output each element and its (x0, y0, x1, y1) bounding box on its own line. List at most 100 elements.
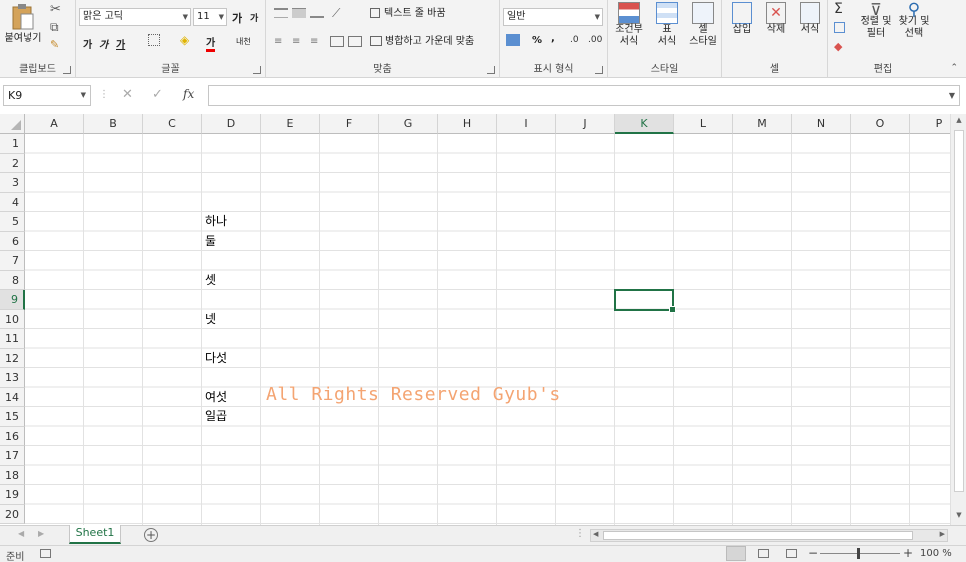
column-header-h[interactable]: H (438, 114, 497, 134)
horizontal-scroll-thumb[interactable] (603, 531, 913, 540)
cell-d8[interactable]: 셋 (202, 271, 216, 291)
enter-icon[interactable]: ✓ (152, 87, 163, 102)
row-header-13[interactable]: 13 (0, 368, 25, 388)
phonetic-button[interactable]: 내천 (236, 36, 251, 47)
horizontal-scrollbar[interactable]: ◀ ▶ (590, 529, 948, 542)
cell-d5[interactable]: 하나 (202, 212, 227, 232)
increase-indent-icon[interactable] (348, 36, 362, 47)
cell-styles-button[interactable]: 셀 스타일 (684, 2, 722, 48)
formula-input[interactable]: ▼ (208, 85, 960, 106)
zoom-level[interactable]: 100 % (920, 548, 952, 559)
copy-icon[interactable]: ⧉ (50, 20, 59, 35)
cell-d15[interactable]: 일곱 (202, 407, 227, 427)
conditional-format-button[interactable]: 조건부 서식 (610, 2, 648, 48)
accounting-icon[interactable] (506, 34, 520, 46)
bold-button[interactable]: 가 (83, 36, 92, 51)
zoom-slider[interactable] (820, 553, 900, 554)
sheet-tab-active[interactable]: Sheet1 (69, 525, 121, 544)
merge-center-button[interactable]: 병합하고 가운데 맞춤 (385, 36, 474, 48)
comma-button[interactable]: , (551, 33, 555, 44)
number-format-select[interactable]: 일반 ▼ (503, 8, 603, 26)
cell-d12[interactable]: 다섯 (202, 349, 227, 369)
cut-icon[interactable]: ✂ (50, 2, 61, 17)
collapse-ribbon-icon[interactable]: ⌃ (950, 63, 958, 73)
autosum-icon[interactable]: Σ (834, 1, 843, 17)
vertical-scrollbar[interactable]: ▲ ▼ (950, 114, 966, 525)
column-header-m[interactable]: M (733, 114, 792, 134)
format-button[interactable]: 서식 (794, 2, 826, 36)
column-header-l[interactable]: L (674, 114, 733, 134)
fill-icon[interactable] (834, 22, 845, 33)
row-header-11[interactable]: 11 (0, 329, 25, 349)
tab-split-grip-icon[interactable]: ⋮ (575, 528, 585, 539)
column-header-n[interactable]: N (792, 114, 851, 134)
name-box[interactable]: K9 ▼ (3, 85, 91, 106)
font-launcher-icon[interactable] (253, 66, 261, 74)
align-left-icon[interactable]: ≡ (274, 36, 282, 47)
add-sheet-icon[interactable]: + (144, 528, 158, 542)
wrap-text-button[interactable]: 텍스트 줄 바꿈 (384, 8, 446, 20)
column-header-o[interactable]: O (851, 114, 910, 134)
border-icon[interactable] (148, 34, 160, 46)
row-header-18[interactable]: 18 (0, 465, 25, 485)
italic-button[interactable]: 가 (99, 36, 108, 51)
grow-font-button[interactable]: 가 (232, 10, 242, 26)
row-header-20[interactable]: 20 (0, 504, 25, 524)
font-size-select[interactable]: 11 ▼ (193, 8, 227, 26)
column-header-c[interactable]: C (143, 114, 202, 134)
row-header-8[interactable]: 8 (0, 270, 25, 290)
column-header-i[interactable]: I (497, 114, 556, 134)
row-header-15[interactable]: 15 (0, 407, 25, 427)
column-header-a[interactable]: A (25, 114, 84, 134)
column-header-k[interactable]: K (615, 114, 674, 134)
align-center-icon[interactable]: ≡ (292, 36, 300, 47)
font-color-button[interactable]: 가 (206, 34, 216, 52)
find-select-button[interactable]: ⚲ 찾기 및 선택 (894, 2, 934, 40)
insert-button[interactable]: 삽입 (726, 2, 758, 36)
cell-d10[interactable]: 넷 (202, 310, 216, 330)
row-header-6[interactable]: 6 (0, 231, 25, 251)
alignment-launcher-icon[interactable] (487, 66, 495, 74)
row-header-1[interactable]: 1 (0, 134, 25, 154)
row-header-4[interactable]: 4 (0, 192, 25, 212)
format-as-table-button[interactable]: 표 서식 (648, 2, 686, 48)
font-name-select[interactable]: 맑은 고딕 ▼ (79, 8, 191, 26)
row-header-7[interactable]: 7 (0, 251, 25, 271)
cell-d6[interactable]: 둘 (202, 232, 216, 252)
page-break-view-icon[interactable] (786, 549, 797, 558)
wrap-text-icon[interactable] (370, 8, 380, 18)
orientation-icon[interactable]: ⟋ (332, 6, 340, 21)
delete-button[interactable]: ✕ 삭제 (760, 2, 792, 36)
zoom-out-icon[interactable]: − (808, 546, 818, 560)
page-layout-view-icon[interactable] (758, 549, 769, 558)
align-right-icon[interactable]: ≡ (310, 36, 318, 47)
insert-function-button[interactable]: fx (183, 87, 194, 101)
scroll-up-icon[interactable]: ▲ (953, 116, 965, 128)
row-header-12[interactable]: 12 (0, 348, 25, 368)
row-header-9[interactable]: 9 (0, 290, 25, 310)
scroll-down-icon[interactable]: ▼ (953, 511, 965, 523)
column-header-g[interactable]: G (379, 114, 438, 134)
worksheet-grid[interactable]: ABCDEFGHIJKLMNOP 1 2 3 4 5 6 7 8 9 10 11 12 13 14 15 16… (0, 114, 950, 525)
select-all-button[interactable] (0, 114, 25, 134)
scroll-left-icon[interactable]: ◀ (593, 530, 598, 538)
cell-d14[interactable]: 여섯 (202, 388, 227, 408)
shrink-font-button[interactable]: 가 (250, 11, 258, 24)
row-header-17[interactable]: 17 (0, 446, 25, 466)
decrease-decimal-icon[interactable]: .00 (588, 35, 602, 45)
align-bottom-icon[interactable] (310, 8, 324, 18)
number-launcher-icon[interactable] (595, 66, 603, 74)
column-header-p[interactable]: P (910, 114, 950, 134)
underline-button[interactable]: 가 (116, 36, 125, 51)
vertical-scroll-thumb[interactable] (954, 130, 964, 492)
scroll-right-icon[interactable]: ▶ (940, 530, 945, 538)
row-header-2[interactable]: 2 (0, 153, 25, 173)
format-painter-icon[interactable]: ✎ (50, 38, 59, 51)
column-header-d[interactable]: D (202, 114, 261, 134)
clipboard-launcher-icon[interactable] (63, 66, 71, 74)
chevron-down-icon[interactable]: ▼ (949, 86, 955, 105)
align-middle-icon[interactable] (292, 8, 306, 18)
active-cell-selection[interactable] (614, 289, 676, 312)
align-top-icon[interactable] (274, 8, 288, 18)
merge-center-icon[interactable] (370, 36, 382, 46)
